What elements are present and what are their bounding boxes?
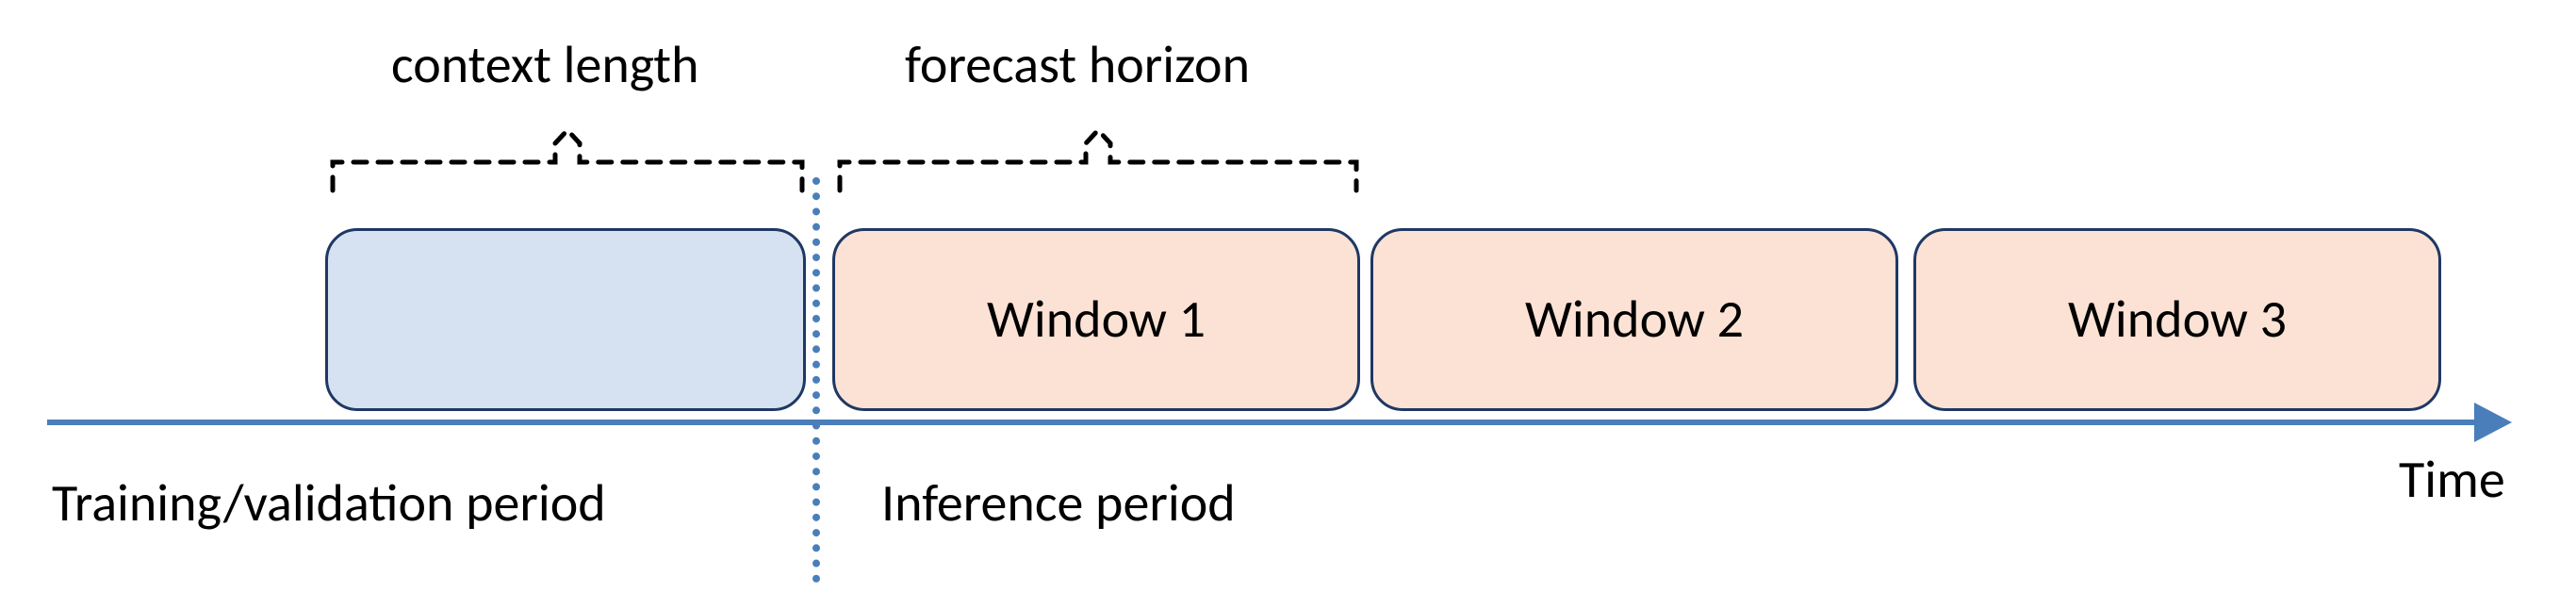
forecast-window-1: Window 1	[832, 228, 1360, 411]
forecast-window-2-label: Window 2	[1525, 288, 1744, 352]
forecast-window-2: Window 2	[1370, 228, 1898, 411]
time-axis-label: Time	[2399, 448, 2505, 512]
diagram-stage: Window 1 Window 2 Window 3 context lengt…	[0, 0, 2576, 593]
forecast-horizon-bracket-icon	[832, 123, 1364, 198]
forecast-window-1-label: Window 1	[987, 288, 1206, 352]
period-divider	[812, 177, 820, 583]
time-axis-arrow-icon	[2474, 403, 2512, 442]
forecast-window-3-label: Window 3	[2068, 288, 2287, 352]
context-window-box	[325, 228, 806, 411]
inference-period-label: Inference period	[881, 471, 1236, 535]
time-axis	[47, 420, 2479, 425]
forecast-window-3: Window 3	[1913, 228, 2441, 411]
forecast-horizon-label: forecast horizon	[905, 33, 1250, 97]
context-length-bracket-icon	[325, 123, 810, 198]
context-length-label: context length	[391, 33, 698, 97]
training-period-label: Training/validation period	[52, 471, 606, 535]
